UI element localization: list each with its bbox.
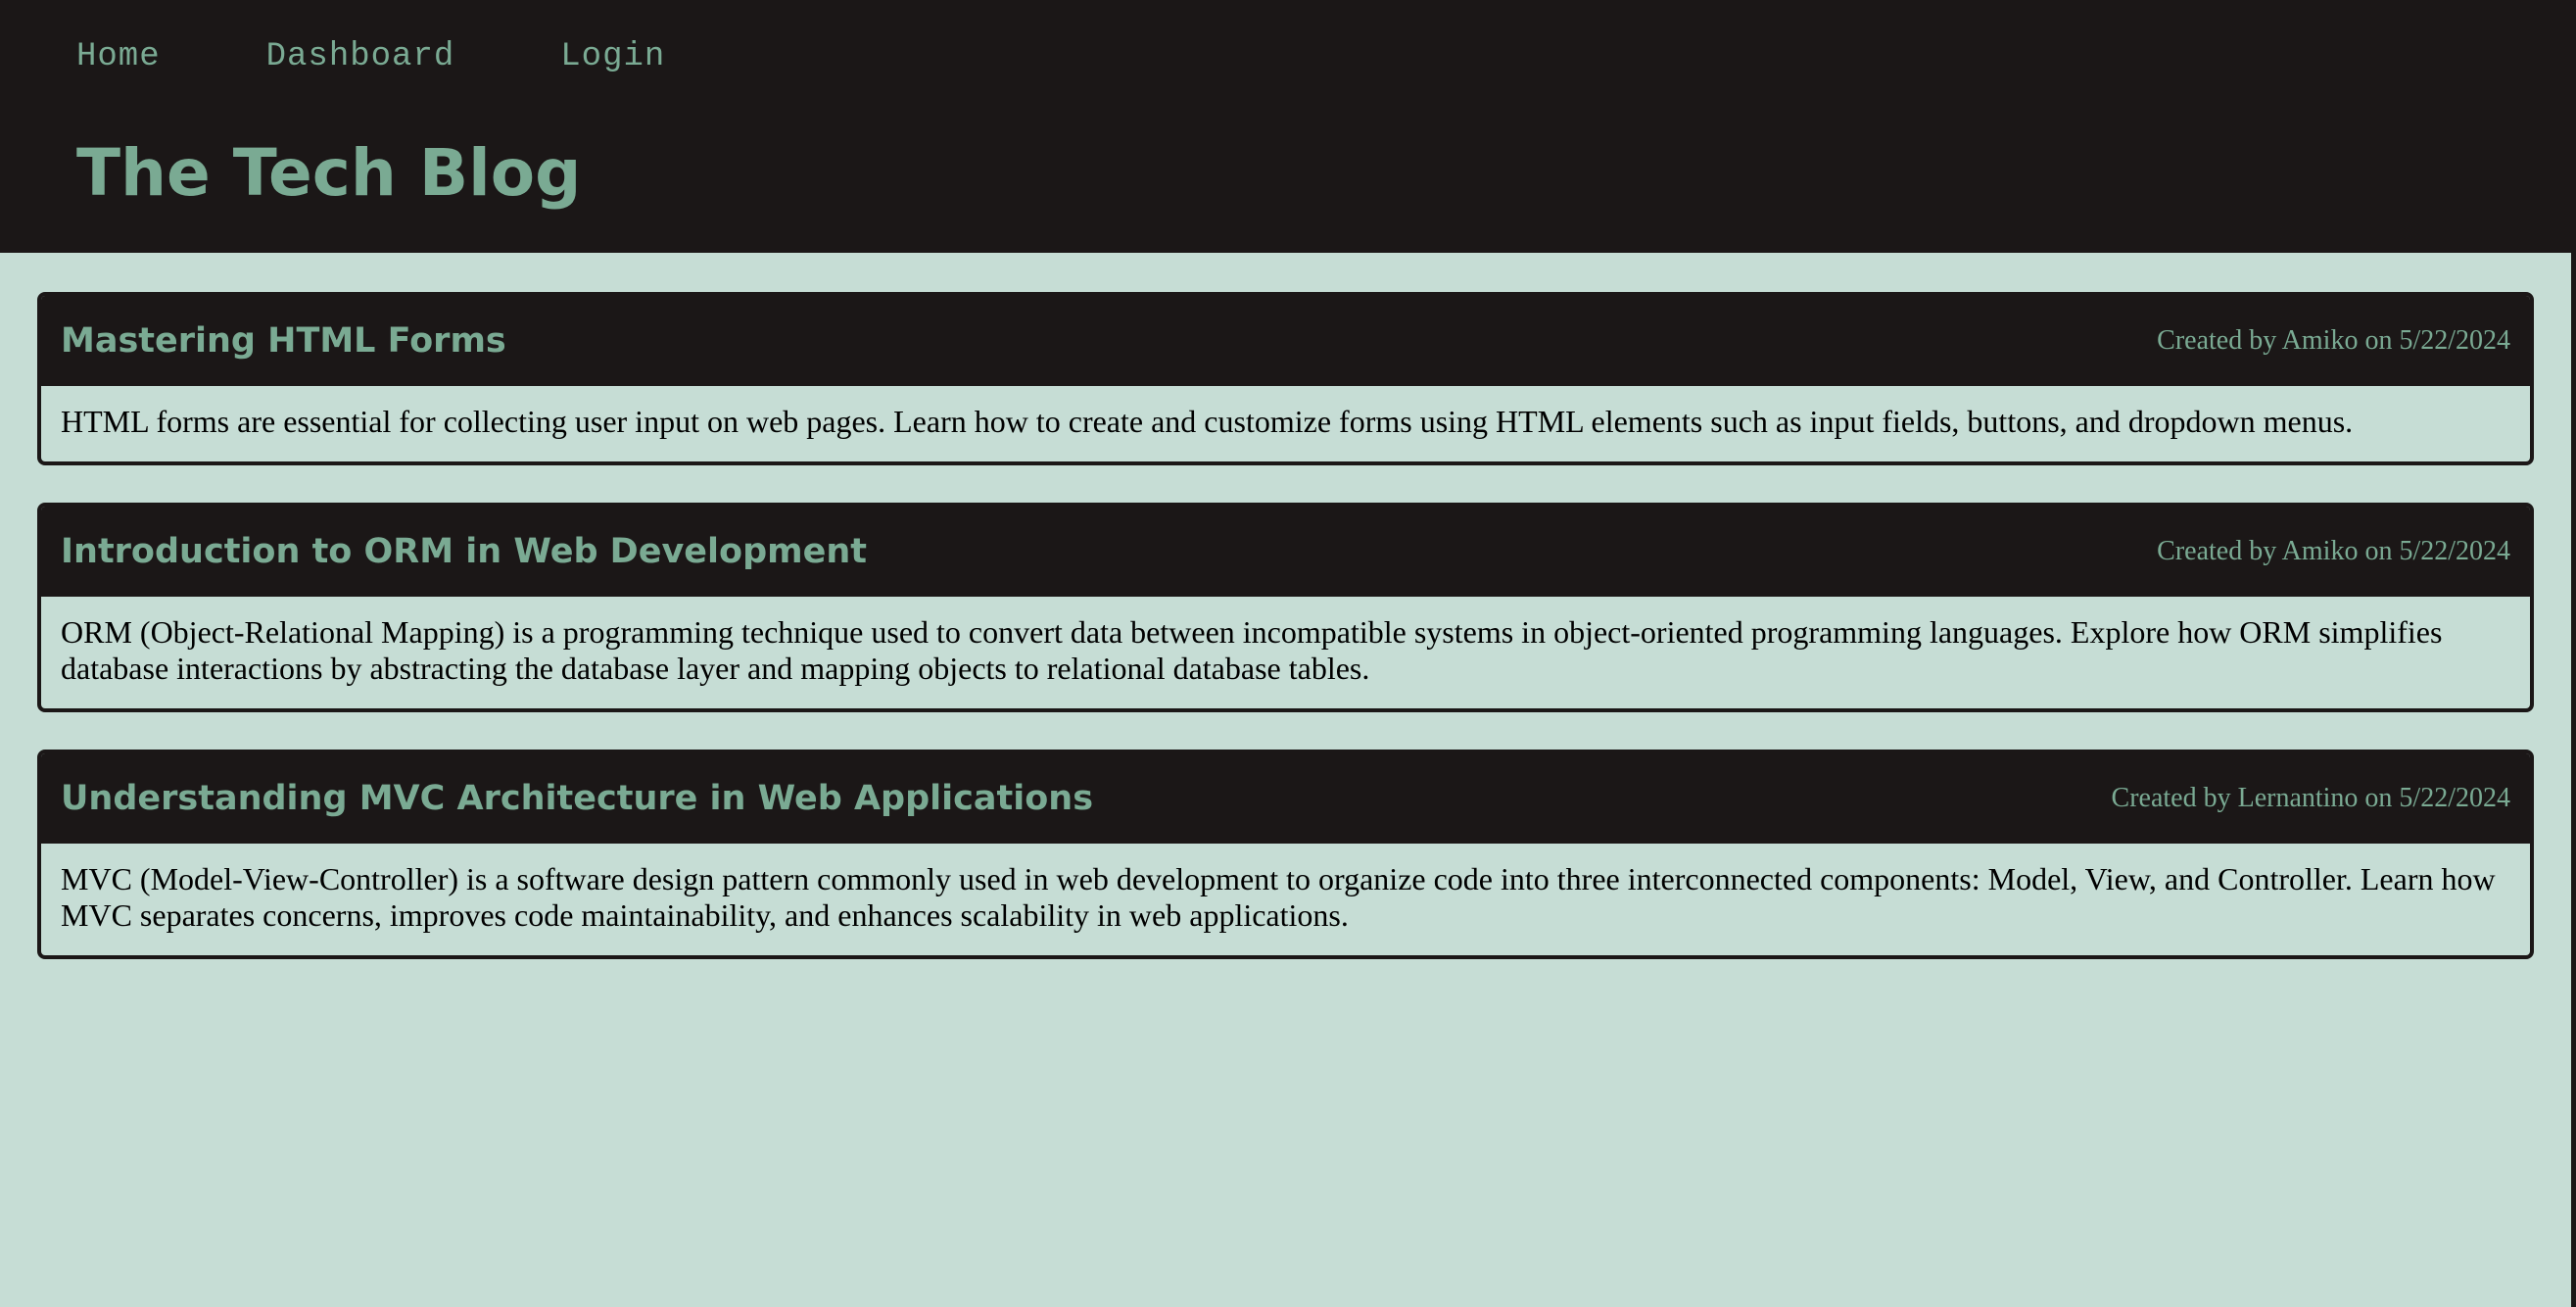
post-title[interactable]: Understanding MVC Architecture in Web Ap… [61,779,1093,818]
nav-dashboard-link[interactable]: Dashboard [266,29,455,84]
nav-home-link[interactable]: Home [76,29,161,84]
post-list: Mastering HTML Forms Created by Amiko on… [0,253,2576,959]
post-meta: Created by Lernantino on 5/22/2024 [2111,783,2510,813]
post-title[interactable]: Introduction to ORM in Web Development [61,532,867,571]
main-nav: Home Dashboard Login [76,29,2576,84]
post-header: Mastering HTML Forms Created by Amiko on… [41,296,2530,386]
post-card[interactable]: Mastering HTML Forms Created by Amiko on… [37,292,2534,465]
nav-login-link[interactable]: Login [560,29,665,84]
post-body: ORM (Object-Relational Mapping) is a pro… [61,614,2443,686]
post-title[interactable]: Mastering HTML Forms [61,321,506,361]
post-body: MVC (Model-View-Controller) is a softwar… [61,861,2496,933]
window-right-edge [2571,0,2576,1307]
post-meta: Created by Amiko on 5/22/2024 [2157,325,2510,356]
post-card[interactable]: Understanding MVC Architecture in Web Ap… [37,750,2534,959]
post-header: Introduction to ORM in Web Development C… [41,507,2530,597]
post-body: HTML forms are essential for collecting … [61,404,2354,439]
site-header: Home Dashboard Login The Tech Blog [0,0,2576,253]
post-header: Understanding MVC Architecture in Web Ap… [41,753,2530,844]
post-meta: Created by Amiko on 5/22/2024 [2157,536,2510,566]
post-card[interactable]: Introduction to ORM in Web Development C… [37,503,2534,712]
site-title: The Tech Blog [76,135,582,211]
